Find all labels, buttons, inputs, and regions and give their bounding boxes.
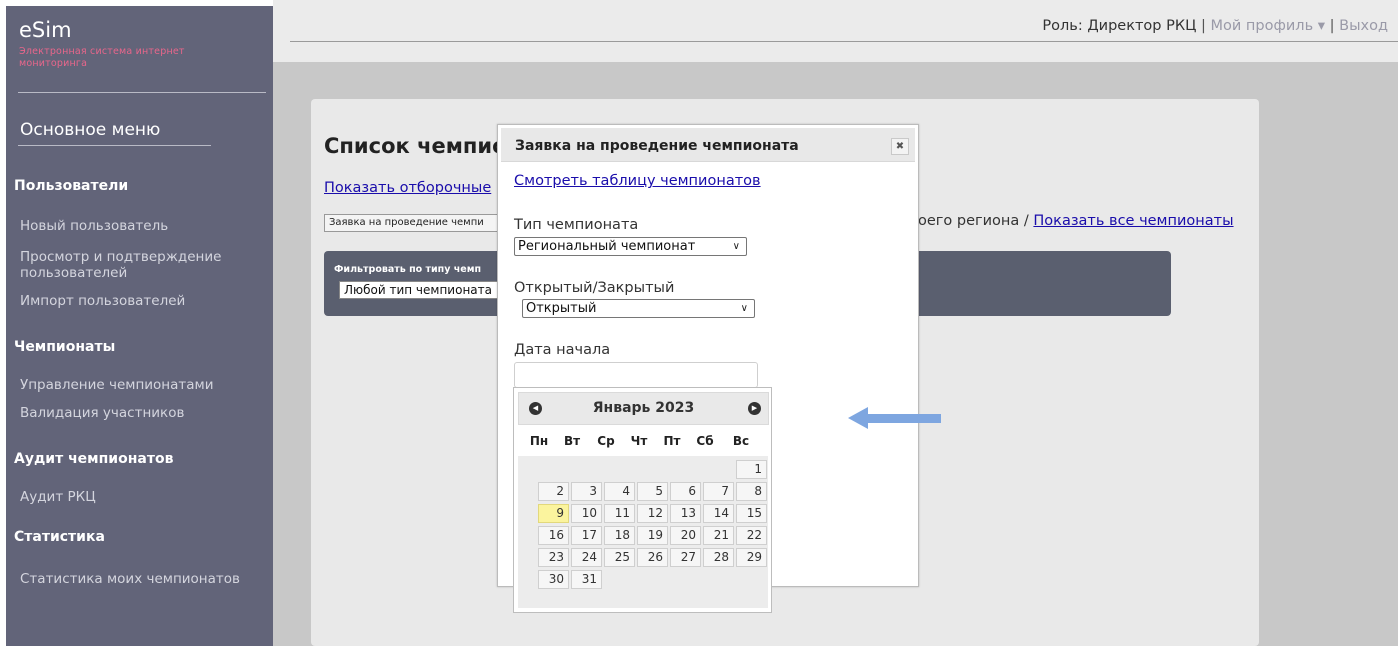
open-closed-value: Открытый <box>526 301 597 316</box>
calendar-day[interactable]: 7 <box>703 482 734 501</box>
section-audit: Аудит чемпионатов <box>14 451 174 467</box>
sidebar-item-import-users[interactable]: Импорт пользователей <box>20 293 185 309</box>
calendar-day[interactable]: 2 <box>538 482 569 501</box>
divider <box>18 92 266 93</box>
start-date-label: Дата начала <box>514 342 611 358</box>
datepicker-header: ◀ Январь 2023 ▶ <box>518 392 769 425</box>
region-label: оего региона <box>918 213 1020 229</box>
sidebar-item-new-user[interactable]: Новый пользователь <box>20 218 168 234</box>
calendar-day[interactable]: 20 <box>670 526 701 545</box>
weekday-label: Вт <box>563 434 581 448</box>
page-title: Список чемпио <box>324 134 507 158</box>
separator: | <box>1201 18 1206 34</box>
championship-type-value: Региональный чемпионат <box>518 239 696 254</box>
calendar-day[interactable]: 3 <box>571 482 602 501</box>
region-filter: оего региона / Показать все чемпионаты <box>918 213 1234 229</box>
sidebar-item-my-stats[interactable]: Статистика моих чемпионатов <box>20 571 240 587</box>
next-month-icon[interactable]: ▶ <box>748 402 761 415</box>
weekday-label: Пн <box>529 434 549 448</box>
section-championships: Чемпионаты <box>14 339 116 355</box>
chevron-down-icon: ∨ <box>740 303 748 314</box>
my-profile-link[interactable]: Мой профиль <box>1211 18 1314 34</box>
championship-type-filter-select[interactable]: Любой тип чемпионата <box>339 281 505 299</box>
calendar-day[interactable]: 19 <box>637 526 668 545</box>
calendar-day[interactable]: 13 <box>670 504 701 523</box>
section-statistics: Статистика <box>14 529 105 545</box>
dialog-header: Заявка на проведение чемпионата ✖ <box>501 128 915 162</box>
championship-type-select[interactable]: Региональный чемпионат ∨ <box>514 237 747 256</box>
calendar-day[interactable]: 18 <box>604 526 635 545</box>
open-closed-label: Открытый/Закрытый <box>514 280 675 296</box>
user-menu: Роль: Директор РКЦ | Мой профиль ▾ | Вых… <box>1042 18 1388 34</box>
sidebar-item-validate-participants[interactable]: Валидация участников <box>20 405 184 421</box>
app-title[interactable]: eSim <box>19 18 72 42</box>
calendar-day[interactable]: 4 <box>604 482 635 501</box>
championship-type-label: Тип чемпионата <box>514 217 639 233</box>
logout-link[interactable]: Выход <box>1339 18 1388 34</box>
sidebar: eSim Электронная система интернет монито… <box>6 6 273 646</box>
calendar-day[interactable]: 30 <box>538 570 569 589</box>
chevron-down-icon: ∨ <box>732 241 740 252</box>
weekday-label: Ср <box>597 434 615 448</box>
filter-label: Фильтровать по типу чемп <box>334 264 482 275</box>
calendar-day[interactable]: 16 <box>538 526 569 545</box>
calendar-day[interactable]: 6 <box>670 482 701 501</box>
datepicker-grid: 1 2 3 4 5 6 7 8 9 10 11 12 13 14 15 16 17 18 19 20 21 22 23 24 2… <box>518 456 768 608</box>
weekday-label: Чт <box>630 434 648 448</box>
datepicker-month: Январь 2023 <box>592 400 695 416</box>
chevron-down-icon[interactable]: ▾ <box>1318 18 1325 34</box>
sidebar-item-review-users[interactable]: Просмотр и подтверждение пользователей <box>20 249 250 281</box>
sidebar-item-manage-championships[interactable]: Управление чемпионатами <box>20 377 214 393</box>
show-all-championships-link[interactable]: Показать все чемпионаты <box>1033 213 1233 229</box>
calendar-day[interactable]: 8 <box>736 482 767 501</box>
calendar-day[interactable]: 15 <box>736 504 767 523</box>
role-label: Роль: Директор РКЦ <box>1042 18 1197 34</box>
datepicker: ◀ Январь 2023 ▶ Пн Вт Ср Чт Пт Сб Вс 123… <box>513 387 772 613</box>
section-users: Пользователи <box>14 178 129 194</box>
calendar-day[interactable]: 21 <box>703 526 734 545</box>
calendar-day[interactable]: 14 <box>703 504 734 523</box>
calendar-day[interactable]: 23 <box>538 548 569 567</box>
calendar-day[interactable]: 22 <box>736 526 767 545</box>
dialog-title: Заявка на проведение чемпионата <box>515 138 799 154</box>
show-qualifying-link[interactable]: Показать отборочные <box>324 180 491 196</box>
calendar-day[interactable]: 10 <box>571 504 602 523</box>
main-menu-title: Основное меню <box>20 120 161 140</box>
calendar-day[interactable]: 31 <box>571 570 602 589</box>
divider <box>290 41 1398 42</box>
divider <box>18 145 211 146</box>
calendar-day[interactable]: 26 <box>637 548 668 567</box>
weekday-label: Пт <box>663 434 681 448</box>
calendar-day[interactable]: 28 <box>703 548 734 567</box>
weekday-label: Вс <box>732 434 750 448</box>
calendar-day[interactable]: 27 <box>670 548 701 567</box>
separator: / <box>1023 213 1029 229</box>
sidebar-item-audit-rkc[interactable]: Аудит РКЦ <box>20 489 96 505</box>
calendar-day[interactable]: 12 <box>637 504 668 523</box>
close-icon[interactable]: ✖ <box>891 138 909 155</box>
calendar-day[interactable]: 24 <box>571 548 602 567</box>
app-subtitle: Электронная система интернет мониторинга <box>19 46 185 69</box>
calendar-day[interactable]: 25 <box>604 548 635 567</box>
calendar-day[interactable]: 9 <box>538 504 569 523</box>
weekday-label: Сб <box>696 434 714 448</box>
calendar-day[interactable]: 5 <box>637 482 668 501</box>
arrow-left-icon <box>848 407 941 429</box>
separator: | <box>1329 18 1335 34</box>
open-closed-select[interactable]: Открытый ∨ <box>522 299 755 318</box>
calendar-day[interactable]: 11 <box>604 504 635 523</box>
calendar-day[interactable]: 1 <box>736 460 767 479</box>
view-championships-table-link[interactable]: Смотреть таблицу чемпионатов <box>514 173 761 189</box>
calendar-day[interactable]: 29 <box>736 548 767 567</box>
calendar-day[interactable]: 17 <box>571 526 602 545</box>
start-date-input[interactable] <box>514 362 758 388</box>
